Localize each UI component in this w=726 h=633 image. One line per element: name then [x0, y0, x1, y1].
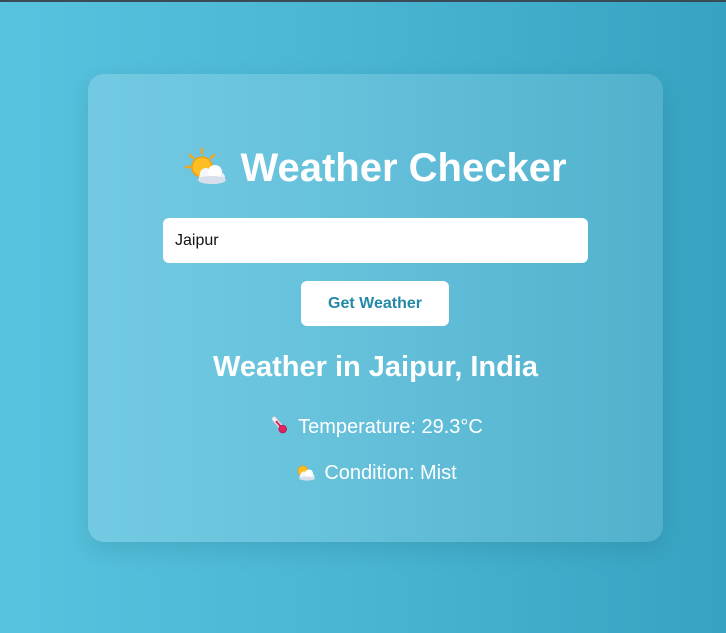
condition-row: Condition: Mist: [88, 461, 663, 488]
page-title: Weather Checker: [88, 146, 663, 196]
window-top-border: [0, 0, 726, 2]
temperature-row: Temperature: 29.3°C: [88, 414, 663, 442]
condition-text: Condition: Mist: [324, 462, 457, 484]
weather-result-heading: Weather in Jaipur, India: [213, 351, 538, 383]
temperature-text: Temperature: 29.3°C: [298, 416, 483, 438]
city-search-input[interactable]: [163, 218, 588, 263]
sun-behind-cloud-icon: [184, 147, 228, 196]
weather-card: Weather Checker Get Weather Weather in J…: [88, 74, 663, 542]
thermometer-icon: [268, 414, 290, 442]
sun-behind-cloud-icon: [294, 462, 316, 488]
page-title-text: Weather Checker: [240, 146, 567, 190]
get-weather-button[interactable]: Get Weather: [301, 281, 449, 326]
